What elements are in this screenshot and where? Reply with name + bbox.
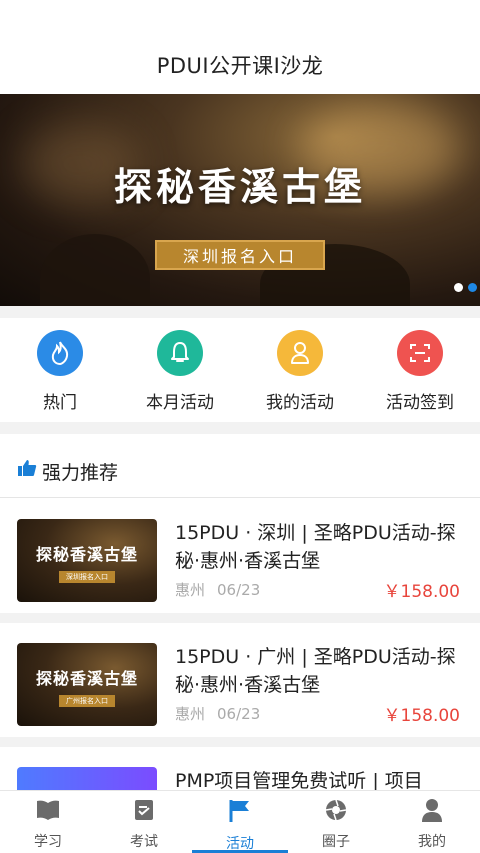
tab-label: 圈子 [322,834,350,850]
quick-label: 热门 [43,393,77,413]
carousel-dot[interactable] [454,283,463,292]
quick-checkin[interactable]: 活动签到 [360,318,480,422]
thumbs-up-icon [17,459,37,481]
item-date: 06/23 [217,705,261,723]
bell-icon [157,330,203,376]
header: PDUI公开课I沙龙 [0,0,480,94]
profile-icon [421,798,443,826]
quick-my-activity[interactable]: 我的活动 [240,318,360,422]
aperture-icon [324,798,348,826]
tab-label: 考试 [130,834,158,850]
quick-label: 活动签到 [386,393,454,413]
item-price: ￥158.00 [383,706,460,726]
item-title: 15PDU · 深圳 | 圣略PDU活动-探秘·惠州·香溪古堡 [175,522,456,572]
page-title: PDUI公开课I沙龙 [156,54,324,78]
item-meta: 惠州 06/23 [175,579,260,600]
thumb-button: 深圳报名入口 [59,571,115,583]
tab-mine[interactable]: 我的 [384,791,480,853]
flame-icon [37,330,83,376]
tab-activity[interactable]: 活动 [192,791,288,853]
quick-label: 本月活动 [146,393,214,413]
scan-icon [397,330,443,376]
quick-monthly[interactable]: 本月活动 [120,318,240,422]
exam-icon [132,798,156,826]
item-meta: 惠州 06/23 [175,703,260,724]
tab-exam[interactable]: 考试 [96,791,192,853]
book-icon [35,798,61,826]
item-thumbnail: 探秘香溪古堡 深圳报名入口 [17,519,157,602]
banner-carousel[interactable]: 探秘香溪古堡 深圳报名入口 [0,94,480,306]
tab-label: 我的 [418,834,446,850]
section-title: 强力推荐 [42,462,119,484]
user-icon [277,330,323,376]
banner-signup-button[interactable]: 深圳报名入口 [155,240,325,270]
item-price: ￥158.00 [383,582,460,602]
thumb-title: 探秘香溪古堡 [35,545,138,564]
item-city: 惠州 [175,705,206,723]
bottom-tab-bar: 学习 考试 活动 圈子 我的 [0,790,480,853]
item-date: 06/23 [217,581,261,599]
carousel-dot-active[interactable] [468,283,477,292]
list-item[interactable]: 探秘香溪古堡 广州报名入口 15PDU · 广州 | 圣略PDU活动-探秘·惠州… [0,623,480,726]
quick-hot[interactable]: 热门 [0,318,120,422]
flag-icon [227,798,253,828]
activity-page: PDUI公开课I沙龙 探秘香溪古堡 深圳报名入口 热门 本月活动 我的活动 活动… [0,0,480,853]
thumb-button: 广州报名入口 [59,695,115,707]
item-title: 15PDU · 广州 | 圣略PDU活动-探秘·惠州·香溪古堡 [175,646,456,696]
banner-title: 探秘香溪古堡 [113,164,366,209]
thumb-title: 探秘香溪古堡 [35,669,138,688]
tab-label: 学习 [34,834,62,850]
quick-label: 我的活动 [266,393,334,413]
quick-actions: 热门 本月活动 我的活动 活动签到 [0,318,480,422]
item-thumbnail: 探秘香溪古堡 广州报名入口 [17,643,157,726]
list-item[interactable]: 探秘香溪古堡 深圳报名入口 15PDU · 深圳 | 圣略PDU活动-探秘·惠州… [0,499,480,602]
banner-silhouette [40,234,150,306]
section-header: 强力推荐 [0,434,480,498]
tab-study[interactable]: 学习 [0,791,96,853]
tab-circle[interactable]: 圈子 [288,791,384,853]
item-city: 惠州 [175,581,206,599]
